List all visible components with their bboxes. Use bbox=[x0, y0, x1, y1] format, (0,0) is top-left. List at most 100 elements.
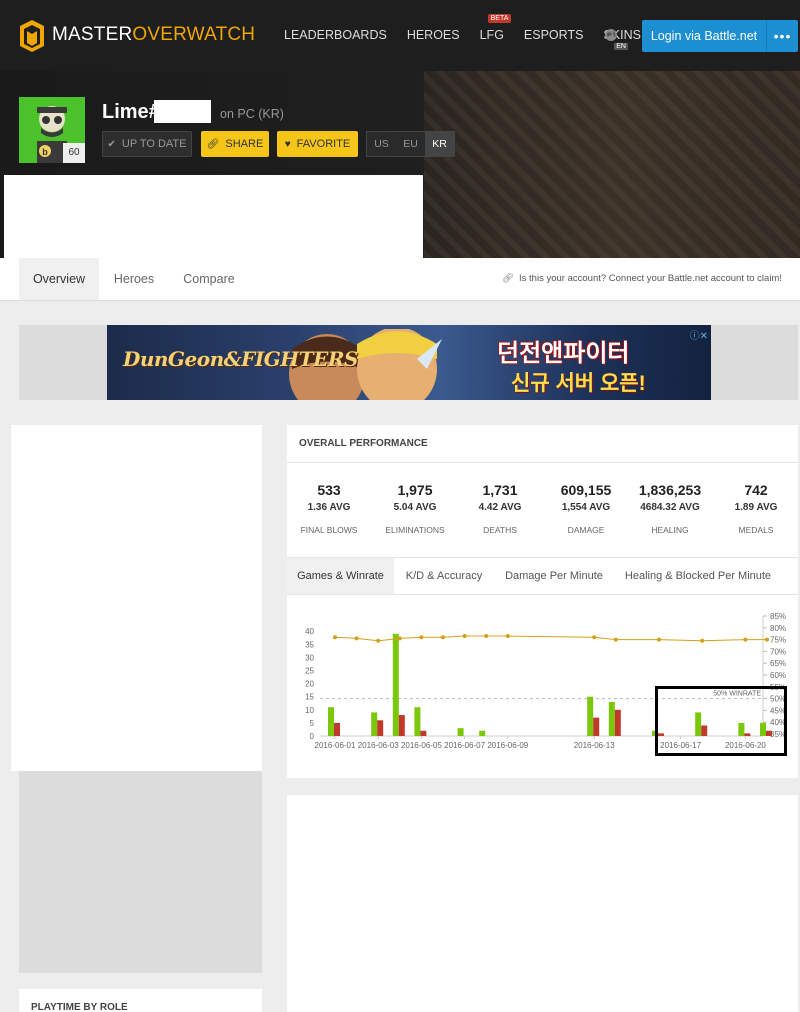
stat-medals: 742 1.89 AVG MEDALS bbox=[711, 482, 800, 535]
up-to-date-label: UP TO DATE bbox=[121, 138, 187, 150]
region-selector: US EU KR bbox=[366, 131, 455, 157]
winrate-point bbox=[613, 637, 618, 642]
link-icon: 🔗︎ bbox=[206, 138, 220, 150]
y-left-tick-label: 40 bbox=[305, 627, 314, 636]
bar-losses bbox=[614, 709, 621, 736]
winrate-point bbox=[657, 637, 661, 642]
bar-losses bbox=[334, 722, 340, 736]
region-us[interactable]: US bbox=[367, 132, 396, 156]
y-right-tick-label: 75% bbox=[770, 636, 786, 645]
claim-account-link[interactable]: 🔗︎ Is this your account? Connect your Bat… bbox=[502, 273, 782, 284]
tab-heroes[interactable]: Heroes bbox=[99, 258, 169, 300]
stat-avg: 1.36 AVG bbox=[307, 502, 351, 513]
stat-label: MEDALS bbox=[738, 525, 774, 535]
stat-label: ELIMINATIONS bbox=[385, 525, 445, 535]
winrate-point bbox=[419, 635, 424, 640]
bar-wins bbox=[414, 707, 421, 736]
winrate-point bbox=[765, 637, 769, 642]
tab-games-winrate[interactable]: Games & Winrate bbox=[287, 558, 394, 594]
x-tick-label: 2016-06-01 bbox=[315, 741, 356, 750]
brand-name[interactable]: MASTEROVERWATCH bbox=[52, 24, 255, 46]
y-left-tick-label: 20 bbox=[305, 680, 314, 689]
winrate-point bbox=[743, 637, 748, 642]
nav-heroes[interactable]: HEROES bbox=[407, 28, 460, 42]
language-code: EN bbox=[614, 43, 628, 50]
masteroverwatch-logo-icon[interactable] bbox=[20, 20, 44, 52]
x-tick-label: 2016-06-05 bbox=[401, 741, 442, 750]
region-eu[interactable]: EU bbox=[396, 132, 425, 156]
profile-tabs: Overview Heroes Compare 🔗︎ Is this your a… bbox=[0, 258, 800, 301]
y-left-tick-label: 5 bbox=[310, 719, 315, 728]
ad-headline: 던전앤파이터 bbox=[497, 340, 630, 367]
stat-value: 1,731 bbox=[482, 482, 518, 498]
stat-avg: 4.42 AVG bbox=[478, 502, 522, 513]
bar-wins bbox=[392, 633, 399, 736]
y-right-tick-label: 80% bbox=[770, 624, 786, 633]
stat-avg: 1,554 AVG bbox=[561, 502, 611, 513]
highlight-box bbox=[655, 686, 787, 756]
winrate-point bbox=[354, 636, 359, 641]
x-tick-label: 2016-06-07 bbox=[444, 741, 485, 750]
tab-damage-per-minute[interactable]: Damage Per Minute bbox=[494, 558, 614, 594]
language-selector[interactable]: EN bbox=[604, 28, 628, 50]
nav-lfg[interactable]: BETA LFG bbox=[480, 14, 512, 42]
tab-overview[interactable]: Overview bbox=[19, 258, 99, 300]
tab-kd-accuracy[interactable]: K/D & Accuracy bbox=[394, 558, 494, 594]
y-right-tick-label: 70% bbox=[770, 647, 786, 656]
login-battlenet-button[interactable]: Login via Battle.net ••• bbox=[642, 20, 798, 52]
nav-leaderboards[interactable]: LEADERBOARDS bbox=[284, 28, 387, 42]
y-right-tick-label: 65% bbox=[770, 659, 786, 668]
brand-overwatch: OVERWATCH bbox=[132, 24, 256, 45]
winrate-point bbox=[376, 638, 381, 643]
stat-final-blows: 533 1.36 AVG FINAL BLOWS bbox=[284, 482, 374, 535]
y-left-tick-label: 25 bbox=[305, 667, 314, 676]
claim-text: Is this your account? Connect your Battl… bbox=[519, 273, 782, 284]
stat-value: 533 bbox=[317, 482, 341, 498]
check-icon: ✔ bbox=[107, 138, 116, 150]
stat-healing: 1,836,253 4684.32 AVG HEALING bbox=[625, 482, 715, 535]
winrate-point bbox=[462, 634, 467, 639]
region-kr[interactable]: KR bbox=[425, 132, 454, 156]
tab-compare[interactable]: Compare bbox=[169, 258, 249, 300]
winrate-point bbox=[441, 635, 445, 640]
y-right-tick-label: 85% bbox=[770, 612, 786, 621]
left-placeholder-panel bbox=[19, 771, 262, 973]
y-left-tick-label: 0 bbox=[310, 732, 315, 741]
nav-esports[interactable]: ESPORTS bbox=[524, 28, 584, 42]
brand-master: MASTER bbox=[52, 24, 133, 45]
top-nav: MASTEROVERWATCH LEADERBOARDS HEROES BETA… bbox=[0, 0, 800, 71]
stat-deaths: 1,731 4.42 AVG DEATHS bbox=[455, 482, 545, 535]
ad-close-icon[interactable]: ⓘ✕ bbox=[690, 327, 708, 342]
stat-avg: 4684.32 AVG bbox=[640, 502, 700, 513]
playtime-by-role-title: PLAYTIME BY ROLE bbox=[31, 1002, 128, 1012]
x-tick-label: 2016-06-13 bbox=[574, 741, 615, 750]
advertisement-banner[interactable]: DunGeon&FIGHTERS 던전앤파이터 신규 서버 오픈! ⓘ✕ bbox=[107, 325, 711, 400]
divider bbox=[287, 462, 798, 463]
svg-text:b: b bbox=[42, 147, 48, 157]
blank-white-box bbox=[4, 175, 423, 258]
y-left-tick-label: 15 bbox=[305, 693, 314, 702]
up-to-date-button[interactable]: ✔ UP TO DATE bbox=[102, 131, 192, 157]
y-right-tick-label: 60% bbox=[770, 671, 786, 680]
share-label: SHARE bbox=[225, 138, 264, 150]
stat-value: 1,836,253 bbox=[638, 482, 702, 498]
bar-losses bbox=[377, 720, 384, 736]
bar-wins bbox=[328, 707, 334, 736]
share-button[interactable]: 🔗︎ SHARE bbox=[201, 131, 269, 157]
bar-losses bbox=[398, 715, 405, 736]
bar-wins bbox=[608, 701, 615, 736]
tab-healing-blocked[interactable]: Healing & Blocked Per Minute bbox=[614, 558, 782, 594]
more-options-button[interactable]: ••• bbox=[766, 20, 798, 52]
overall-performance-title: OVERALL PERFORMANCE bbox=[299, 438, 428, 449]
ad-game-title: DunGeon&FIGHTERS bbox=[123, 347, 358, 371]
stat-label: HEALING bbox=[651, 525, 689, 535]
redaction-box bbox=[154, 100, 211, 123]
stat-label: DAMAGE bbox=[567, 525, 605, 535]
overall-performance-card: OVERALL PERFORMANCE 533 1.36 AVG FINAL B… bbox=[287, 425, 798, 778]
playtime-by-role-card: PLAYTIME BY ROLE bbox=[19, 989, 262, 1012]
right-lower-panel bbox=[287, 795, 798, 1012]
favorite-button[interactable]: ♥ FAVORITE bbox=[277, 131, 358, 157]
player-level: 60 bbox=[63, 143, 85, 163]
player-name: Lime# bbox=[102, 101, 160, 123]
stat-value: 1,975 bbox=[397, 482, 433, 498]
